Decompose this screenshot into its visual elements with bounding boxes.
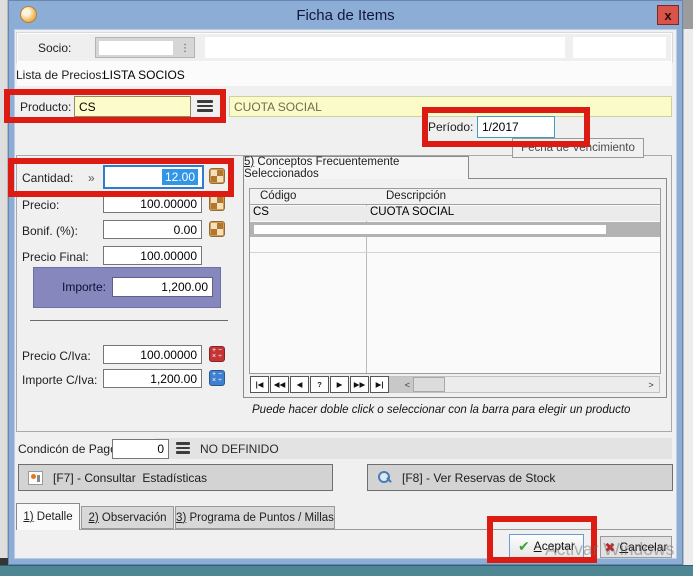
background-window-right-top (683, 0, 693, 29)
cantidad-selected-value: 12.00 (162, 169, 198, 185)
calculator-red-icon[interactable]: +−×÷ (209, 346, 225, 362)
tab-detalle-label: 1) Detalle (23, 511, 72, 523)
socio-combobox[interactable]: ⋮ (95, 37, 195, 58)
row-separator (250, 252, 660, 253)
socio-combobox-field[interactable] (99, 41, 173, 55)
chevron-icon: » (88, 171, 95, 185)
precio-iva-input[interactable]: 100.00000 (103, 345, 202, 364)
producto-descripcion-field: CUOTA SOCIAL (229, 96, 672, 117)
aceptar-button-label: Aceptar (534, 539, 575, 553)
condicion-pago-status: NO DEFINIDO (200, 442, 279, 456)
cancelar-button[interactable]: ✖ Cancelar (600, 536, 672, 558)
lista-precios-label: Lista de Precios: (16, 68, 105, 82)
importe-iva-label: Importe C/Iva: (22, 373, 97, 387)
nav-prior-button[interactable]: ◀ (290, 376, 309, 393)
menu-icon[interactable] (176, 442, 190, 454)
tab-observacion-label: 2) Observación (89, 512, 167, 524)
background-window-left-edge (0, 0, 8, 576)
scrollbar-thumb[interactable] (413, 377, 445, 392)
bonificacion-label: Bonif. (%): (22, 224, 78, 238)
background-window-right-edge (683, 0, 693, 576)
calculator-blue-icon[interactable]: +−×÷ (209, 370, 225, 386)
condicion-pago-label: Condicón de Pago: (18, 442, 120, 456)
scrollbar-page-left[interactable]: < (385, 377, 413, 392)
nav-first-button[interactable]: |◀ (250, 376, 269, 393)
tab-conceptos-label: 5) Conceptos Frecuentemente Seleccionado… (244, 156, 468, 180)
precio-label: Precio: (22, 198, 59, 212)
column-header-codigo: Código (260, 190, 296, 202)
producto-code-input[interactable]: CS (74, 96, 191, 117)
grid-navigator: |◀ ◀◀ ◀ ? ▶ ▶▶ ▶| (250, 376, 389, 393)
tab-detalle[interactable]: 1) Detalle (16, 503, 80, 530)
check-icon: ✔ (518, 539, 530, 553)
x-icon: ✖ (605, 541, 616, 554)
lista-precios-value: LISTA SOCIOS (103, 68, 185, 82)
cancelar-button-label: Cancelar (619, 540, 667, 554)
background-strip-bottom (0, 565, 693, 576)
search-icon (377, 470, 392, 485)
screen: Ficha de Items x Socio: ⋮ Lista de Preci… (0, 0, 693, 576)
divider (30, 320, 228, 321)
cantidad-label: Cantidad: (22, 171, 73, 185)
chart-icon (28, 471, 43, 485)
importe-iva-input[interactable]: 1,200.00 (103, 369, 202, 388)
calculator-icon[interactable] (209, 221, 225, 237)
grid-hint-text: Puede hacer doble click o seleccionar co… (252, 404, 630, 416)
tab-programa-puntos[interactable]: 3) Programa de Puntos / Millas (175, 506, 335, 529)
row-selection-bar-inner (254, 225, 606, 234)
calculator-icon[interactable] (209, 195, 225, 211)
scroll-right-icon[interactable]: > (643, 377, 659, 392)
scroll-left-icon: < (405, 380, 410, 390)
socio-name-field[interactable] (205, 37, 565, 58)
grid-row[interactable]: CS CUOTA SOCIAL (250, 206, 660, 221)
cell-descripcion: CUOTA SOCIAL (370, 206, 454, 218)
precio-input[interactable]: 100.00000 (103, 194, 202, 213)
f7-consultar-estadisticas-button[interactable]: [F7] - Consultar Estadísticas (18, 464, 333, 491)
bonificacion-input[interactable]: 0.00 (103, 220, 202, 239)
periodo-input[interactable]: 1/2017 (477, 116, 555, 138)
horizontal-scrollbar[interactable]: < > (384, 376, 660, 393)
menu-icon[interactable] (197, 100, 213, 112)
f8-ver-reservas-button[interactable]: [F8] - Ver Reservas de Stock (367, 464, 673, 491)
close-button[interactable]: x (657, 5, 679, 25)
row-selection-bar[interactable] (250, 222, 660, 237)
tooltip-fecha-vencimiento: Fecha de Vencimiento (512, 138, 644, 158)
nav-last-button[interactable]: ▶| (370, 376, 389, 393)
nav-next-button[interactable]: ▶ (330, 376, 349, 393)
nav-prior-page-button[interactable]: ◀◀ (270, 376, 289, 393)
condicion-pago-input[interactable]: 0 (112, 439, 169, 459)
cell-codigo: CS (253, 206, 269, 218)
socio-extra-field[interactable] (573, 37, 666, 58)
importe-label: Importe: (40, 280, 106, 294)
grid-header (250, 189, 660, 205)
periodo-label: Período: (428, 120, 473, 134)
cantidad-input[interactable]: 12.00 (103, 165, 204, 189)
producto-label: Producto: (20, 100, 71, 114)
precio-final-label: Precio Final: (22, 250, 89, 264)
window-title: Ficha de Items (8, 7, 683, 24)
conceptos-grid[interactable]: Código Descripción CS CUOTA SOCIAL (249, 188, 661, 374)
f7-button-label: [F7] - Consultar Estadísticas (53, 471, 207, 485)
precio-iva-label: Precio C/Iva: (22, 349, 91, 363)
calculator-icon[interactable] (209, 168, 225, 184)
f8-button-label: [F8] - Ver Reservas de Stock (402, 471, 555, 485)
importe-input[interactable]: 1,200.00 (112, 277, 213, 297)
precio-final-input[interactable]: 100.00000 (103, 246, 202, 265)
column-header-descripcion: Descripción (386, 190, 446, 202)
tab-conceptos-frecuentes[interactable]: 5) Conceptos Frecuentemente Seleccionado… (243, 156, 469, 179)
tabstrip-line (16, 529, 672, 530)
nav-next-page-button[interactable]: ▶▶ (350, 376, 369, 393)
aceptar-button[interactable]: ✔ Aceptar (509, 534, 584, 558)
close-icon: x (664, 9, 671, 22)
socio-label: Socio: (38, 41, 71, 55)
ellipsis-icon[interactable]: ⋮ (178, 40, 192, 56)
tab-programa-puntos-label: 3) Programa de Puntos / Millas (176, 512, 334, 524)
nav-search-button[interactable]: ? (310, 376, 329, 393)
tab-observacion[interactable]: 2) Observación (81, 506, 174, 529)
